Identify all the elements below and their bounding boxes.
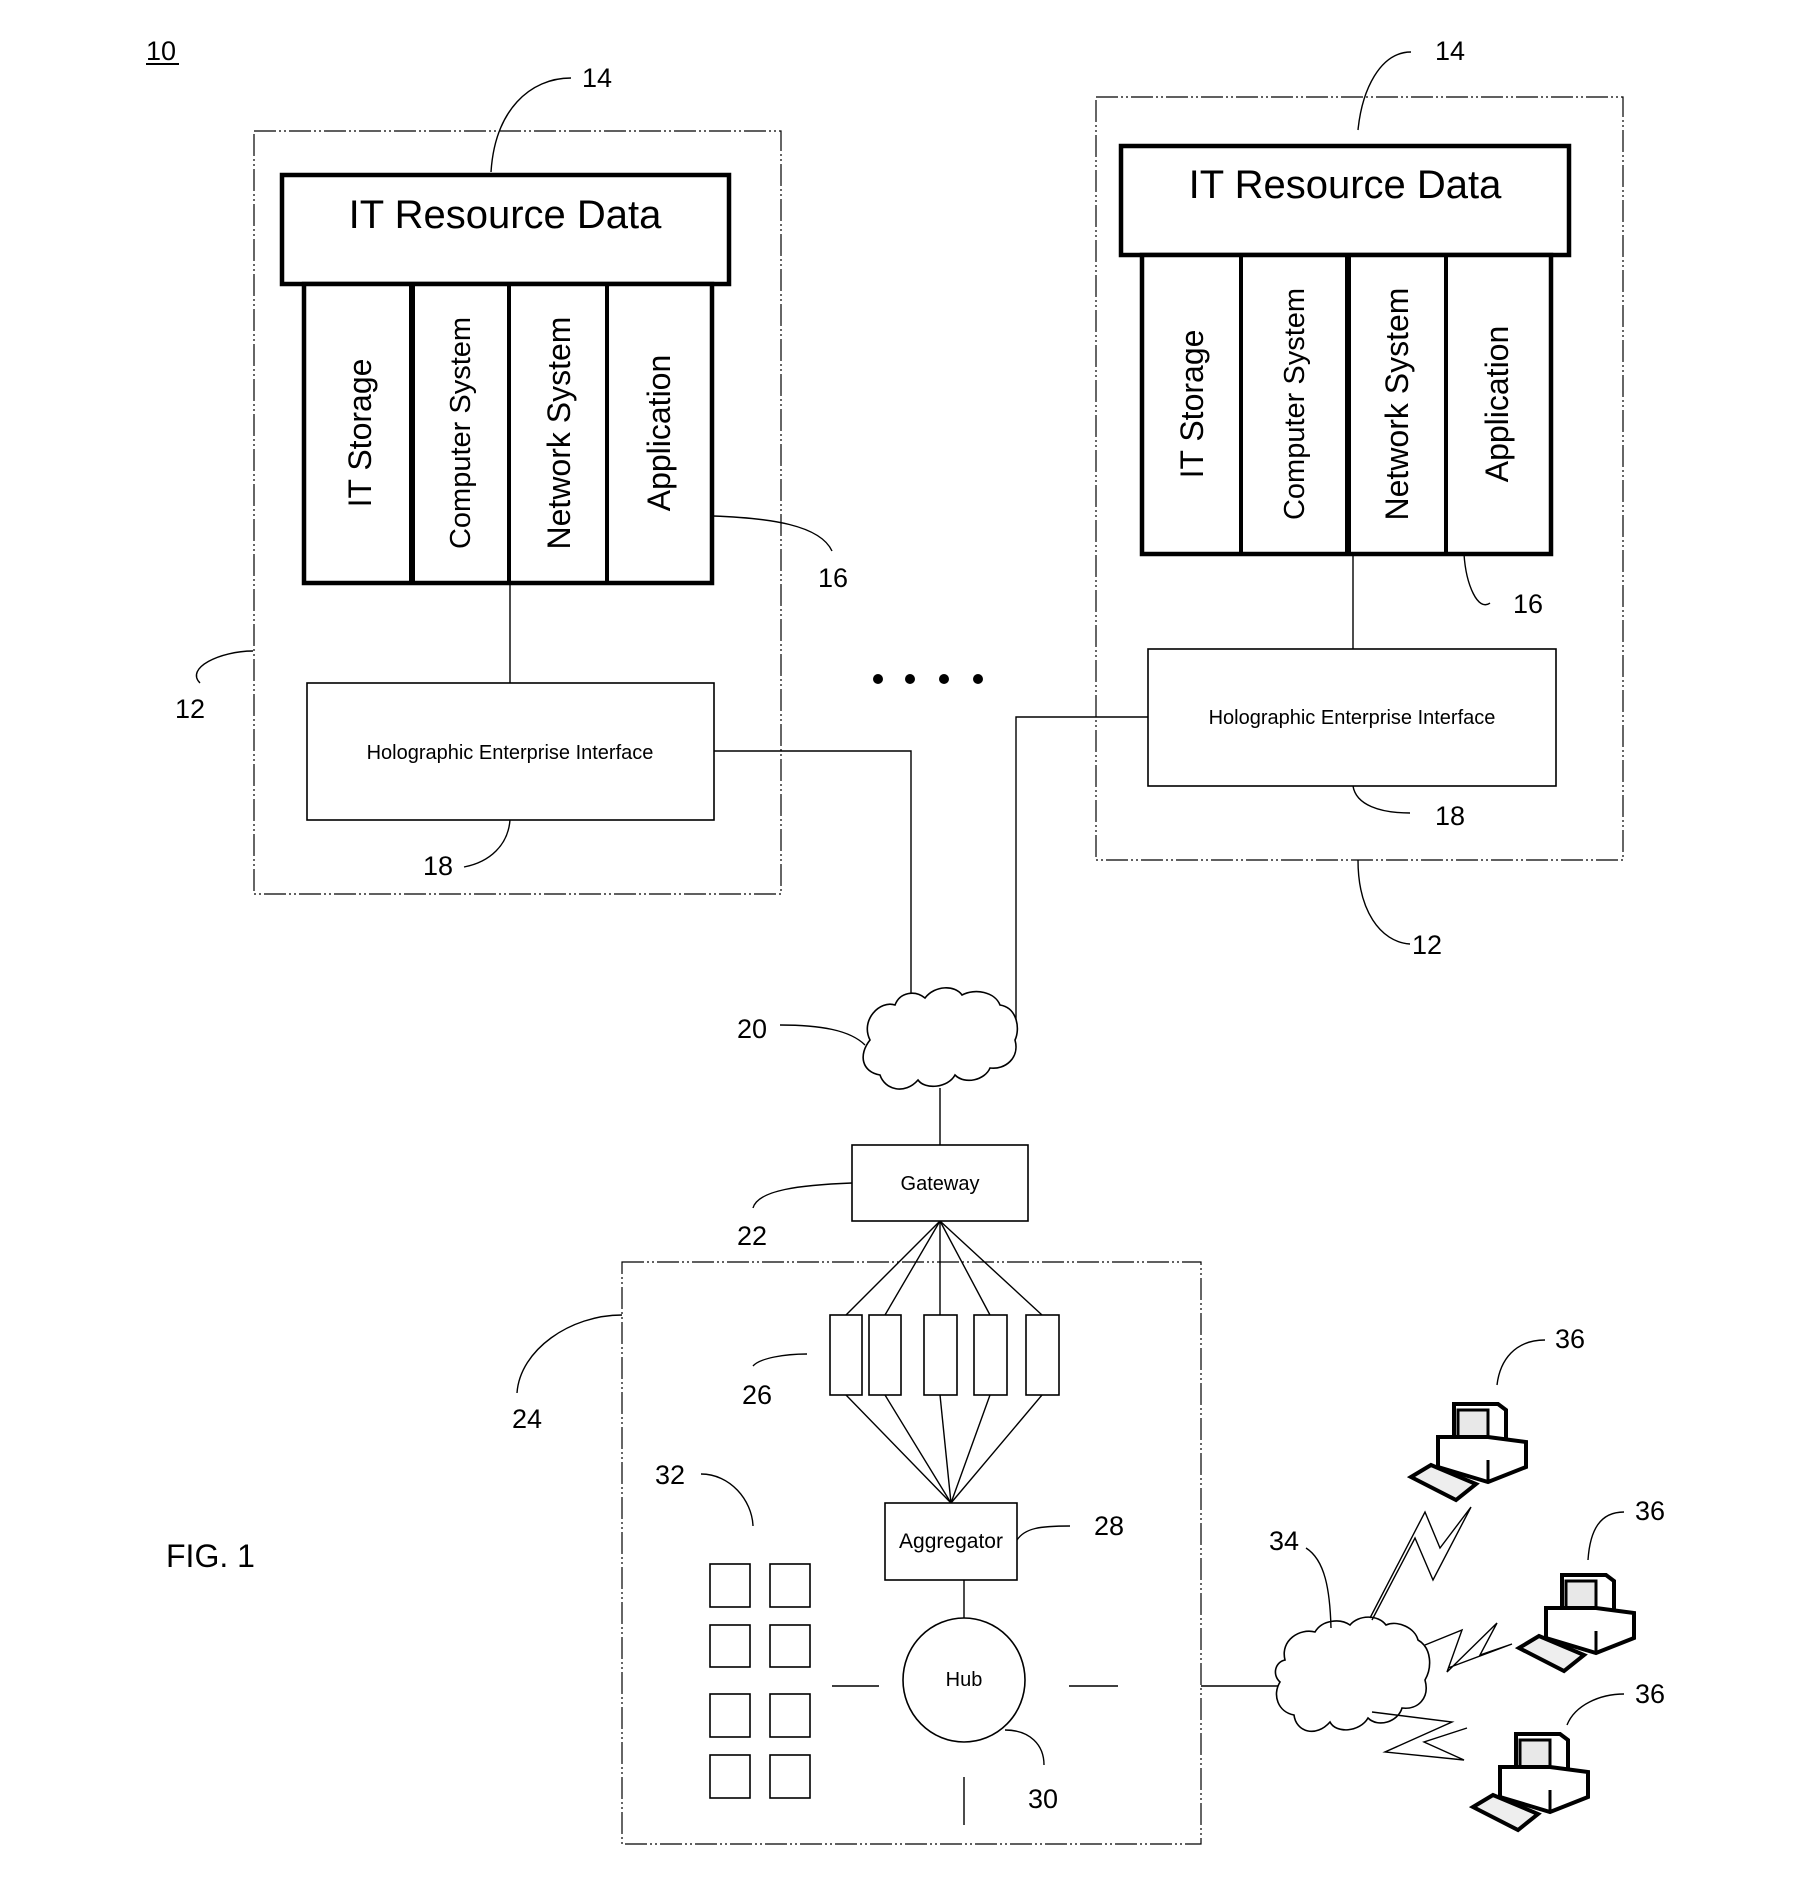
aggregator-fan-lines bbox=[845, 1394, 1043, 1504]
interface-label: Holographic Enterprise Interface bbox=[1209, 707, 1496, 729]
client-network-cloud bbox=[1274, 1616, 1431, 1733]
ref-label: 18 bbox=[1435, 801, 1465, 831]
column-application: Application bbox=[641, 355, 677, 512]
leader-line bbox=[1587, 1511, 1625, 1561]
more-enterprises-ellipsis bbox=[873, 674, 983, 684]
processor-unit bbox=[923, 1314, 958, 1396]
connector-line bbox=[714, 750, 912, 1012]
enterprise-left: IT Resource Data IT Storage Computer Sys… bbox=[175, 63, 848, 895]
ref-label: 36 bbox=[1635, 1496, 1665, 1526]
wireless-link bbox=[1424, 1622, 1513, 1673]
ref-label: 14 bbox=[582, 63, 612, 93]
storage-unit bbox=[709, 1754, 751, 1799]
ref-label: 14 bbox=[1435, 36, 1465, 66]
network-cloud bbox=[862, 987, 1019, 1090]
ref-label: 36 bbox=[1555, 1324, 1585, 1354]
column-network-system: Network System bbox=[541, 317, 577, 550]
leader-line bbox=[490, 77, 572, 173]
leader-line bbox=[1004, 1729, 1045, 1766]
leader-line bbox=[779, 1024, 866, 1046]
column-computer-system: Computer System bbox=[1279, 288, 1311, 520]
ellipsis-dot bbox=[873, 674, 883, 684]
storage-unit bbox=[769, 1754, 811, 1799]
ref-label: 30 bbox=[1028, 1784, 1058, 1814]
client-computer bbox=[1514, 1573, 1636, 1674]
storage-grid bbox=[709, 1563, 811, 1799]
storage-unit bbox=[709, 1693, 751, 1738]
leader-line bbox=[712, 515, 833, 552]
gateway-label: Gateway bbox=[901, 1173, 980, 1195]
ref-label: 16 bbox=[1513, 589, 1543, 619]
storage-unit bbox=[769, 1624, 811, 1668]
column-computer-system: Computer System bbox=[445, 317, 477, 549]
leader-line bbox=[1357, 51, 1412, 131]
ref-label: 20 bbox=[737, 1014, 767, 1044]
ref-label: 18 bbox=[423, 851, 453, 881]
ref-label: 12 bbox=[1412, 930, 1442, 960]
column-network-system: Network System bbox=[1379, 288, 1415, 521]
processor-unit bbox=[829, 1314, 863, 1396]
processor-unit bbox=[1025, 1314, 1060, 1396]
leader-line bbox=[1352, 785, 1411, 814]
ref-label: 36 bbox=[1635, 1679, 1665, 1709]
wireless-link bbox=[1369, 1506, 1472, 1621]
ellipsis-dot bbox=[973, 674, 983, 684]
column-application: Application bbox=[1479, 326, 1515, 483]
leader-line bbox=[1463, 553, 1491, 606]
connector-line bbox=[1015, 716, 1148, 1035]
leader-line bbox=[752, 1182, 853, 1209]
hub-label: Hub bbox=[946, 1669, 983, 1691]
ref-label: 16 bbox=[818, 563, 848, 593]
leader-line bbox=[516, 1314, 623, 1394]
leader-line bbox=[1305, 1547, 1332, 1629]
ellipsis-dot bbox=[905, 674, 915, 684]
interface-label: Holographic Enterprise Interface bbox=[367, 742, 654, 764]
client-computer bbox=[1468, 1732, 1590, 1833]
ref-label: 22 bbox=[737, 1221, 767, 1251]
system-diagram: 10 IT Resource Data IT Storage Computer … bbox=[146, 36, 1665, 1845]
ref-label: 24 bbox=[512, 1404, 542, 1434]
storage-unit bbox=[709, 1624, 751, 1668]
ref-label: 34 bbox=[1269, 1526, 1299, 1556]
leader-line bbox=[1496, 1339, 1546, 1386]
system-ref-label: 10 bbox=[146, 36, 176, 66]
leader-line bbox=[463, 819, 511, 868]
leader-line bbox=[1566, 1693, 1625, 1726]
it-resource-data-label: IT Resource Data bbox=[349, 193, 662, 237]
ref-label: 28 bbox=[1094, 1511, 1124, 1541]
ref-label: 12 bbox=[175, 694, 205, 724]
ellipsis-dot bbox=[939, 674, 949, 684]
leader-line bbox=[1357, 859, 1411, 945]
ref-label: 32 bbox=[655, 1460, 685, 1490]
figure-title: FIG. 1 bbox=[166, 1538, 255, 1574]
storage-unit bbox=[769, 1693, 811, 1738]
processor-unit bbox=[973, 1314, 1008, 1396]
ref-label: 26 bbox=[742, 1380, 772, 1410]
leader-line bbox=[700, 1473, 754, 1527]
leader-line bbox=[1016, 1525, 1071, 1541]
client-computer bbox=[1406, 1402, 1528, 1503]
storage-unit bbox=[709, 1563, 751, 1608]
leader-line bbox=[195, 650, 254, 684]
storage-unit bbox=[769, 1563, 811, 1608]
processor-unit bbox=[868, 1314, 902, 1396]
gateway-fan-lines bbox=[845, 1220, 1043, 1316]
it-resource-data-label: IT Resource Data bbox=[1189, 163, 1502, 207]
column-it-storage: IT Storage bbox=[1174, 330, 1210, 479]
enterprise-right: IT Resource Data IT Storage Computer Sys… bbox=[1095, 36, 1624, 960]
column-it-storage: IT Storage bbox=[342, 359, 378, 508]
hub-site: 24 26 Aggregator 28 Hub 30 32 bbox=[512, 1220, 1202, 1845]
leader-line bbox=[752, 1353, 808, 1367]
aggregator-label: Aggregator bbox=[899, 1530, 1003, 1553]
